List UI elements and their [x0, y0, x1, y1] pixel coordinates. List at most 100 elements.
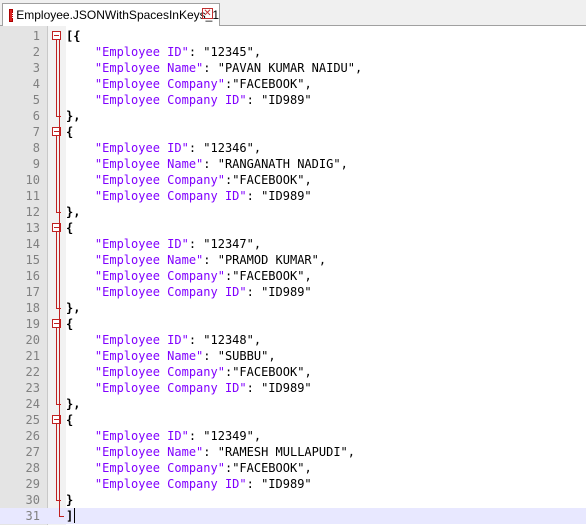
line-number: 4 [32, 77, 40, 91]
line-code: "Employee Company ID": "ID989" [66, 92, 312, 108]
fold-end-marker [59, 516, 64, 517]
json-value: "RAMESH MULLAPUDI" [217, 445, 348, 459]
line-number: 17 [25, 285, 40, 299]
code-line[interactable]: 19 { [0, 316, 586, 332]
code-line[interactable]: 13 { [0, 220, 586, 236]
line-code: { [66, 220, 73, 236]
code-line[interactable]: 9 "Employee Name": "RANGANATH NADIG", [0, 156, 586, 172]
json-value: "SUBBU" [217, 349, 269, 363]
line-end: , [253, 333, 262, 347]
fold-range-line [56, 328, 57, 404]
line-end: , [355, 61, 363, 75]
fold-range-line [56, 424, 57, 500]
bracket-token: { [66, 125, 74, 139]
code-line[interactable]: 15 "Employee Name": "PRAMOD KUMAR", [0, 252, 586, 268]
code-line[interactable]: 29 "Employee Company ID": "ID989" [0, 476, 586, 492]
json-key: "Employee Name" [94, 349, 204, 363]
json-key: "Employee Name" [94, 157, 204, 171]
line-end: , [304, 461, 312, 475]
code-line[interactable]: 7{ [0, 124, 586, 140]
line-number: 7 [32, 125, 40, 139]
json-value: "12347" [203, 237, 254, 251]
line-number: 9 [32, 157, 40, 171]
code-line[interactable]: 3 "Employee Name": "PAVAN KUMAR NAIDU", [0, 60, 586, 76]
code-line[interactable]: 26 "Employee ID": "12349", [0, 428, 586, 444]
json-value: "12348" [203, 333, 254, 347]
code-line[interactable]: 14 "Employee ID": "12347", [0, 236, 586, 252]
separator: : [188, 141, 204, 155]
fold-range-line [56, 232, 57, 308]
json-key: "Employee Company ID" [94, 381, 247, 395]
json-key: "Employee Company ID" [94, 93, 247, 107]
code-line[interactable]: 12}, [0, 204, 586, 220]
line-code: ] [66, 508, 73, 524]
line-code: }, [66, 396, 80, 412]
code-line[interactable]: 31] [0, 508, 586, 524]
code-editor[interactable]: 1 [{2 "Employee ID": "12345", 3 "Employee … [0, 26, 586, 525]
fold-range-line [56, 136, 57, 212]
line-number: 10 [25, 173, 40, 187]
separator: : [203, 61, 218, 75]
line-number: 13 [25, 221, 40, 235]
code-line[interactable]: 8 "Employee ID": "12346", [0, 140, 586, 156]
line-number: 20 [25, 333, 40, 347]
json-value: "RANGANATH NADIG" [217, 157, 341, 171]
code-line[interactable]: 1 [{ [0, 28, 586, 44]
line-number: 21 [25, 349, 40, 363]
json-key: "Employee ID" [94, 333, 189, 347]
code-line[interactable]: 4 "Employee Company":"FACEBOOK", [0, 76, 586, 92]
line-end: , [304, 173, 312, 187]
line-number: 23 [25, 381, 40, 395]
code-line[interactable]: 17 "Employee Company ID": "ID989" [0, 284, 586, 300]
separator: : [246, 93, 262, 107]
code-line[interactable]: 25 { [0, 412, 586, 428]
code-line[interactable]: 28 "Employee Company":"FACEBOOK", [0, 460, 586, 476]
code-line[interactable]: 21 "Employee Name": "SUBBU", [0, 348, 586, 364]
code-line[interactable]: 6}, [0, 108, 586, 124]
code-line[interactable]: 18}, [0, 300, 586, 316]
code-line[interactable]: 23 "Employee Company ID": "ID989" [0, 380, 586, 396]
separator: : [246, 381, 262, 395]
code-line[interactable]: 11 "Employee Company ID": "ID989" [0, 188, 586, 204]
line-code: "Employee Company":"FACEBOOK", [66, 172, 312, 188]
json-key: "Employee Company" [94, 173, 225, 187]
tab-document[interactable]: Employee.JSONWithSpacesInKeys_1 ✕ [2, 3, 220, 26]
code-line[interactable]: 16 "Employee Company":"FACEBOOK", [0, 268, 586, 284]
json-key: "Employee Name" [94, 445, 204, 459]
close-icon[interactable]: ✕ [202, 8, 213, 19]
line-code: "Employee ID": "12346", [66, 140, 261, 156]
line-number: 15 [25, 253, 40, 267]
json-key: "Employee ID" [94, 141, 189, 155]
line-code: [{ [66, 28, 80, 44]
json-value: "FACEBOOK" [232, 77, 305, 91]
json-key: "Employee Company ID" [94, 285, 247, 299]
code-line[interactable]: 10 "Employee Company":"FACEBOOK", [0, 172, 586, 188]
line-code: } [66, 492, 73, 508]
code-line[interactable]: 22 "Employee Company":"FACEBOOK", [0, 364, 586, 380]
fold-toggle-icon[interactable] [52, 31, 61, 40]
line-code: "Employee Company":"FACEBOOK", [66, 364, 312, 380]
code-line[interactable]: 5 "Employee Company ID": "ID989" [0, 92, 586, 108]
json-value: "FACEBOOK" [232, 365, 305, 379]
code-line[interactable]: 30} [0, 492, 586, 508]
line-number: 8 [32, 141, 40, 155]
line-number: 1 [32, 29, 40, 43]
json-key: "Employee Company ID" [94, 477, 247, 491]
bracket-token: } [66, 493, 74, 507]
code-line[interactable]: 20 "Employee ID": "12348", [0, 332, 586, 348]
json-key: "Employee Company ID" [94, 189, 247, 203]
code-line[interactable]: 2 "Employee ID": "12345", [0, 44, 586, 60]
separator: : [246, 285, 262, 299]
json-value: "ID989" [261, 477, 312, 491]
line-code: "Employee Name": "RAMESH MULLAPUDI", [66, 444, 355, 460]
line-end: , [253, 141, 262, 155]
line-number: 3 [32, 61, 40, 75]
code-line[interactable]: 24}, [0, 396, 586, 412]
json-value: "ID989" [261, 381, 312, 395]
line-number: 28 [25, 461, 40, 475]
line-number: 12 [25, 205, 40, 219]
json-value: "FACEBOOK" [232, 461, 305, 475]
json-value: "PRAMOD KUMAR" [217, 253, 319, 267]
code-line[interactable]: 27 "Employee Name": "RAMESH MULLAPUDI", [0, 444, 586, 460]
line-end: , [304, 269, 312, 283]
